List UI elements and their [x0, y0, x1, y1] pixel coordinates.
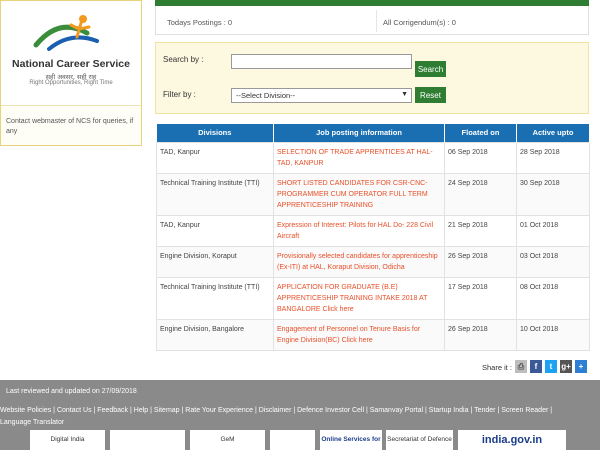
column-header-job-info: Job posting information	[273, 124, 445, 142]
footer-link[interactable]: Tender	[474, 407, 495, 414]
all-corrigendum[interactable]: All Corrigendum(s) : 0	[383, 18, 456, 27]
ncs-logo-icon	[33, 15, 99, 51]
footer-link[interactable]: Help	[134, 407, 148, 414]
footer: Last reviewed and updated on 27/09/2018 …	[0, 380, 600, 450]
sidebar: National Career Service सही अवसर, सही रा…	[0, 0, 142, 146]
cell-floated-on: 24 Sep 2018	[444, 172, 517, 216]
table-row: Technical Training Institute (TTI) SHORT…	[156, 172, 590, 216]
footer-link[interactable]: Disclaimer	[259, 407, 292, 414]
stats-divider	[376, 10, 377, 32]
job-posting-link[interactable]: Provisionally selected candidates for ap…	[273, 245, 445, 278]
digital-india-banner[interactable]: Digital India	[30, 430, 105, 450]
last-updated: Last reviewed and updated on 27/09/2018	[6, 388, 137, 395]
search-panel: Search by : Search Filter by : --Select …	[155, 42, 589, 114]
footer-link[interactable]: Startup India	[429, 407, 469, 414]
cell-floated-on: 26 Sep 2018	[444, 318, 517, 351]
filter-label: Filter by :	[163, 90, 196, 99]
cell-division: TAD, Kanpur	[156, 141, 274, 174]
search-label: Search by :	[163, 55, 204, 64]
cell-active-upto: 10 Oct 2018	[516, 318, 590, 351]
cell-active-upto: 03 Oct 2018	[516, 245, 590, 278]
todays-postings[interactable]: Todays Postings : 0	[167, 18, 232, 27]
footer-link[interactable]: Samanvay Portal	[370, 407, 423, 414]
footer-link[interactable]: Defence Investor Cell	[297, 407, 364, 414]
footer-link[interactable]: Screen Reader	[501, 407, 548, 414]
footer-link[interactable]: Rate Your Experience	[185, 407, 253, 414]
india-gov-banner[interactable]: india.gov.in	[458, 430, 566, 450]
table-header-row: Divisions Job posting information Floate…	[156, 124, 590, 142]
twitter-icon[interactable]: t	[545, 360, 557, 373]
footer-links: Website Policies | Contact Us | Feedback…	[0, 407, 553, 426]
cell-division: Technical Training Institute (TTI)	[156, 172, 274, 216]
todays-postings-count: 0	[227, 18, 233, 27]
table-row: Engine Division, Bangalore Engagement of…	[156, 318, 590, 351]
cell-division: Engine Division, Koraput	[156, 245, 274, 278]
job-posting-link[interactable]: Expression of Interest: Pilots for HAL D…	[273, 214, 445, 247]
defence-banner[interactable]: Secretariat of Defence	[386, 430, 453, 450]
contact-note: Contact webmaster of NCS for queries, if…	[6, 118, 134, 135]
cell-active-upto: 30 Sep 2018	[516, 172, 590, 216]
footer-link[interactable]: Feedback	[97, 407, 128, 414]
footer-link[interactable]: Contact Us	[57, 407, 92, 414]
facebook-icon[interactable]: f	[530, 360, 542, 373]
print-icon[interactable]: ⎙	[515, 360, 527, 373]
cell-division: Engine Division, Bangalore	[156, 318, 274, 351]
partner-banner[interactable]	[110, 430, 185, 450]
footer-link[interactable]: Language Translator	[0, 419, 64, 426]
share-label: Share it :	[482, 363, 513, 372]
google-plus-icon[interactable]: g+	[560, 360, 572, 373]
logo-title: National Career Service	[12, 58, 130, 70]
ncs-logo[interactable]: National Career Service सही अवसर, सही रा…	[1, 1, 141, 106]
column-header-active-upto: Active upto	[516, 124, 590, 142]
footer-link[interactable]: Website Policies	[0, 407, 51, 414]
cell-floated-on: 21 Sep 2018	[444, 214, 517, 247]
division-select[interactable]: --Select Division-- ▼	[231, 88, 412, 103]
table-row: Engine Division, Koraput Provisionally s…	[156, 245, 590, 278]
all-corrigendum-count: 0	[451, 18, 456, 27]
cell-active-upto: 01 Oct 2018	[516, 214, 590, 247]
footer-link[interactable]: Sitemap	[154, 407, 180, 414]
voters-banner[interactable]: Online Services for VOTERS	[320, 430, 382, 450]
job-posting-link[interactable]: Engagement of Personnel on Tenure Basis …	[273, 318, 445, 351]
cell-active-upto: 28 Sep 2018	[516, 141, 590, 174]
reset-button[interactable]: Reset	[415, 87, 446, 103]
posting-stats: Todays Postings : 0 All Corrigendum(s) :…	[155, 6, 589, 35]
add-share-icon[interactable]: +	[575, 360, 587, 373]
partner-banner[interactable]	[270, 430, 315, 450]
cell-floated-on: 06 Sep 2018	[444, 141, 517, 174]
chevron-down-icon: ▼	[401, 91, 408, 98]
all-corrigendum-label: All Corrigendum(s) :	[383, 18, 450, 27]
cell-active-upto: 08 Oct 2018	[516, 276, 590, 320]
job-posting-link[interactable]: SELECTION OF TRADE APPRENTICES AT HAL-TA…	[273, 141, 445, 174]
cell-division: TAD, Kanpur	[156, 214, 274, 247]
logo-tagline: Right Opportunities, Right Time	[29, 80, 113, 86]
gem-banner[interactable]: GeM	[190, 430, 265, 450]
cell-floated-on: 26 Sep 2018	[444, 245, 517, 278]
search-button[interactable]: Search	[415, 61, 446, 77]
cell-division: Technical Training Institute (TTI)	[156, 276, 274, 320]
division-select-value: --Select Division--	[236, 91, 296, 100]
todays-postings-label: Todays Postings :	[167, 18, 226, 27]
column-header-divisions: Divisions	[156, 124, 274, 142]
job-postings-table: Divisions Job posting information Floate…	[156, 124, 590, 351]
column-header-floated-on: Floated on	[444, 124, 517, 142]
cell-floated-on: 17 Sep 2018	[444, 276, 517, 320]
table-row: TAD, Kanpur Expression of Interest: Pilo…	[156, 214, 590, 247]
table-row: Technical Training Institute (TTI) APPLI…	[156, 276, 590, 320]
search-input[interactable]	[231, 54, 412, 69]
job-posting-link[interactable]: SHORT LISTED CANDIDATES FOR CSR-CNC-PROG…	[273, 172, 445, 216]
job-posting-link[interactable]: APPLICATION FOR GRADUATE (B.E) APPRENTIC…	[273, 276, 445, 320]
table-row: TAD, Kanpur SELECTION OF TRADE APPRENTIC…	[156, 141, 590, 174]
